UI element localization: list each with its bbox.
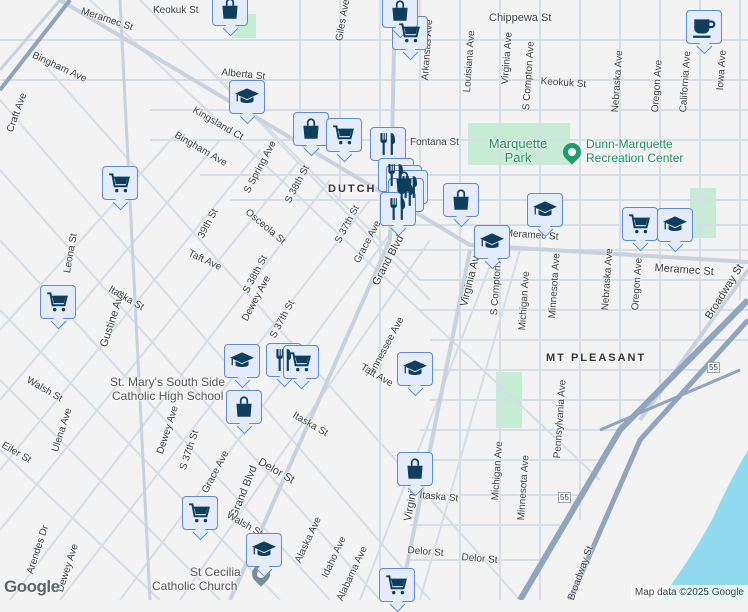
shopping-cart-marker[interactable] <box>102 166 138 200</box>
restaurant-icon <box>375 131 401 157</box>
school-marker[interactable] <box>527 193 563 227</box>
shopping-cart-icon <box>331 122 357 148</box>
shopping-marker[interactable] <box>382 0 418 28</box>
shopping-cart-marker[interactable] <box>379 568 415 602</box>
shopping-cart-icon <box>187 500 213 526</box>
restaurant-marker[interactable] <box>380 192 416 226</box>
shopping-bag-icon <box>387 0 413 24</box>
street-label: Chippewa St <box>489 12 552 24</box>
school-marker[interactable] <box>224 344 260 378</box>
place-label-line[interactable]: St. Mary's South Side <box>110 375 225 389</box>
school-icon <box>479 229 505 255</box>
shopping-cart-icon <box>45 289 71 315</box>
cafe-marker[interactable] <box>686 10 722 44</box>
shopping-cart-icon <box>627 211 653 237</box>
place-label-line[interactable]: St Cecilia <box>190 565 241 579</box>
area-label-dutchtown: DUTCH <box>328 183 377 195</box>
shopping-cart-marker[interactable] <box>622 207 658 241</box>
shopping-bag-icon <box>231 394 257 420</box>
school-marker[interactable] <box>397 352 433 386</box>
school-icon <box>229 348 255 374</box>
shopping-cart-marker[interactable] <box>283 345 319 379</box>
shopping-cart-icon <box>288 349 314 375</box>
shopping-cart-marker[interactable] <box>182 496 218 530</box>
shopping-bag-icon <box>298 116 324 142</box>
school-marker[interactable] <box>246 533 282 567</box>
shopping-bag-icon <box>448 187 474 213</box>
map-attribution[interactable]: Map data ©2025 Google <box>630 585 748 600</box>
shopping-bag-icon <box>217 0 243 22</box>
place-label-dunn-marquette[interactable]: Dunn-Marquette Recreation Center <box>586 137 706 165</box>
interstate-shield: 55 <box>558 492 571 503</box>
school-icon <box>532 197 558 223</box>
school-marker[interactable] <box>474 225 510 259</box>
park-label-marquette[interactable]: Marquette Park <box>486 137 550 165</box>
restaurant-marker[interactable] <box>370 127 406 161</box>
shopping-bag-icon <box>402 456 428 482</box>
shopping-cart-marker[interactable] <box>40 285 76 319</box>
shopping-marker[interactable] <box>226 390 262 424</box>
street-label: Fontana St <box>410 137 459 148</box>
google-logo: Google <box>4 577 60 596</box>
shopping-cart-icon <box>384 572 410 598</box>
place-label-line[interactable]: Catholic High School <box>112 389 223 403</box>
school-marker[interactable] <box>657 208 693 242</box>
school-icon <box>402 356 428 382</box>
interstate-shield: 55 <box>707 362 720 373</box>
shopping-cart-marker[interactable] <box>326 118 362 152</box>
school-icon <box>251 537 277 563</box>
place-label-line[interactable]: Catholic Church <box>152 579 237 593</box>
school-marker[interactable] <box>229 80 265 114</box>
shopping-marker[interactable] <box>293 112 329 146</box>
shopping-marker[interactable] <box>212 0 248 26</box>
shopping-cart-icon <box>107 170 133 196</box>
water-river <box>660 450 748 600</box>
area-label-mt-pleasant: MT PLEASANT <box>546 352 647 364</box>
street-label: Keokuk St <box>153 5 199 16</box>
cafe-icon <box>691 14 717 40</box>
school-icon <box>234 84 260 110</box>
shopping-marker[interactable] <box>443 183 479 217</box>
shopping-marker[interactable] <box>397 452 433 486</box>
school-icon <box>662 212 688 238</box>
restaurant-icon <box>385 196 411 222</box>
